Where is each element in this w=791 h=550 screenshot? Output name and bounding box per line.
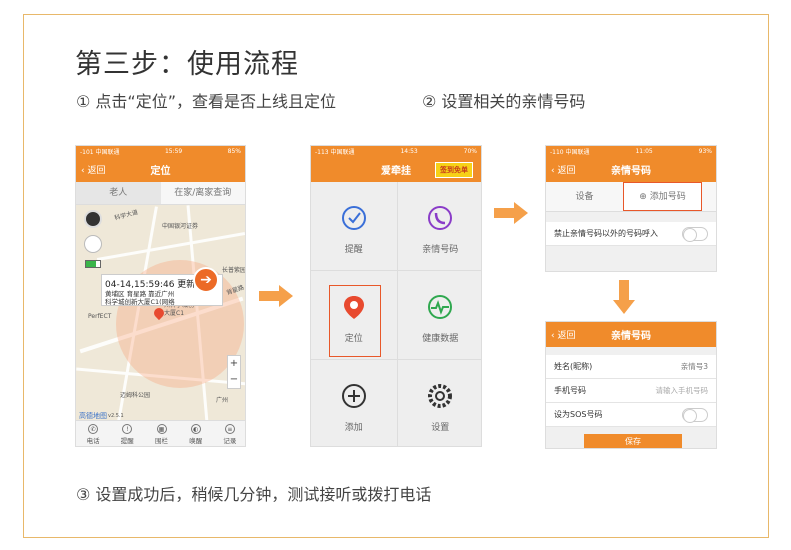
carrier: -110 中国联通 xyxy=(550,149,590,156)
phone-label: 手机号码 xyxy=(554,386,586,395)
address-line2: 科学城创新大厦C1(网络 xyxy=(105,298,175,306)
speaker-icon: ◐ xyxy=(190,424,201,434)
sos-row: 设为SOS号码 xyxy=(546,403,716,427)
arrow-right-icon xyxy=(259,285,293,307)
battery-icon xyxy=(85,260,101,268)
zoom-control[interactable]: + − xyxy=(227,355,241,389)
name-field[interactable]: 亲情号3 xyxy=(681,361,708,372)
battery-level: 93% xyxy=(698,148,712,155)
block-others-toggle[interactable] xyxy=(682,226,708,242)
tab-elder[interactable]: 老人 xyxy=(76,182,161,204)
step1-text: ① 点击“定位”，查看是否上线且定位 xyxy=(76,92,337,111)
map-label: PerfECT xyxy=(88,313,112,320)
tab-bar: 老人 在家/离家查询 xyxy=(76,182,245,205)
battery-level: 70% xyxy=(463,148,477,155)
map-label: 大厦C1 xyxy=(164,310,185,317)
phone-add-number-screen: ‹ 返回 亲情号码 姓名(昵称) 亲情号3 手机号码 请输入手机号码 设为SOS… xyxy=(545,321,717,449)
clock: 15:59 xyxy=(164,148,183,155)
grid-family-number[interactable]: 亲情号码 xyxy=(397,182,481,270)
battery-level: 85% xyxy=(227,148,241,155)
phone-family-list-screen: -110 中国联通 11:05 93% ‹ 返回 亲情号码 设备 ⊕ 添加号码 … xyxy=(545,145,717,272)
zoom-in-button[interactable]: + xyxy=(228,356,240,372)
bottom-toolbar: ✆ 电话 ! 提醒 ▦ 围栏 ◐ 唤醒 ≡ 记录 xyxy=(76,420,245,446)
tab-home-query[interactable]: 在家/离家查询 xyxy=(161,182,246,204)
nav-title: 亲情号码 xyxy=(611,331,651,342)
feature-grid: 提醒 亲情号码 定位 健康数据 添加 设置 xyxy=(311,182,481,446)
carrier: -101 中国联通 xyxy=(80,149,120,156)
carrier: -113 中国联通 xyxy=(315,149,355,156)
toolbar-remind[interactable]: ! 提醒 xyxy=(110,421,144,446)
name-row[interactable]: 姓名(昵称) 亲情号3 xyxy=(546,355,716,379)
checkin-badge[interactable]: 签到免单 xyxy=(435,162,473,178)
step3-text: ③ 设置成功后，稍候几分钟，测试接听或拨打电话 xyxy=(76,485,432,504)
tab-device[interactable]: 设备 xyxy=(546,182,623,211)
nav-title: 亲情号码 xyxy=(611,166,651,177)
toolbar-wake[interactable]: ◐ 唤醒 xyxy=(179,421,213,446)
grid-remind[interactable]: 提醒 xyxy=(311,182,397,270)
status-bar: -110 中国联通 11:05 93% xyxy=(546,146,716,157)
plus-icon xyxy=(341,384,366,408)
map-label: 迈姆科公园 xyxy=(120,392,151,399)
clock: 11:05 xyxy=(635,148,653,155)
nav-bar: ‹ 返回 亲情号码 xyxy=(546,157,716,182)
name-label: 姓名(昵称) xyxy=(554,362,593,371)
grid-add[interactable]: 添加 xyxy=(311,360,397,446)
status-bar: -113 中国联通 14:53 70% xyxy=(311,146,481,157)
compass-icon[interactable] xyxy=(84,210,102,228)
toolbar-log[interactable]: ≡ 记录 xyxy=(213,421,245,446)
wifi-icon[interactable] xyxy=(84,235,102,253)
map-view[interactable]: 中国银河证券 科学大道 州科学城创 大厦C1 PerfECT 迈姆科公园 长普紫… xyxy=(76,205,246,423)
back-button[interactable]: ‹ 返回 xyxy=(81,163,105,176)
map-version: v2.5.1 xyxy=(108,413,124,419)
nav-bar: 爱牵挂 签到免单 xyxy=(311,157,481,182)
navigate-arrow-icon[interactable]: ➔ xyxy=(193,267,219,293)
map-label: 广州 xyxy=(216,397,229,404)
phone-location-screen: -101 中国联通 15:59 85% ‹ 返回 定位 老人 在家/离家查询 中… xyxy=(75,145,246,447)
gear-icon xyxy=(428,384,453,408)
nav-bar: ‹ 返回 定位 xyxy=(76,157,245,182)
back-button[interactable]: ‹ 返回 xyxy=(551,328,575,341)
add-number-button[interactable]: ⊕ 添加号码 xyxy=(623,182,702,211)
grid-location[interactable]: 定位 xyxy=(311,271,397,359)
bell-icon: ! xyxy=(122,424,133,434)
tab-bar: 设备 ⊕ 添加号码 xyxy=(546,182,716,212)
block-others-label: 禁止亲情号码以外的号码呼入 xyxy=(554,229,658,238)
save-button[interactable]: 保存 xyxy=(584,434,682,448)
heartbeat-icon xyxy=(428,295,453,319)
nav-bar: ‹ 返回 亲情号码 xyxy=(546,322,716,347)
step2-text: ② 设置相关的亲情号码 xyxy=(422,92,586,111)
nav-title: 定位 xyxy=(150,166,171,177)
arrow-down-icon xyxy=(613,280,635,314)
phone-row[interactable]: 手机号码 请输入手机号码 xyxy=(546,379,716,403)
toolbar-fence[interactable]: ▦ 围栏 xyxy=(144,421,178,446)
grid-health-data[interactable]: 健康数据 xyxy=(397,271,481,359)
map-label: 中国银河证券 xyxy=(162,223,199,230)
fence-icon: ▦ xyxy=(156,424,167,434)
sos-toggle[interactable] xyxy=(682,407,708,423)
record-icon: ≡ xyxy=(224,424,235,434)
sos-label: 设为SOS号码 xyxy=(554,410,603,419)
arrow-right-icon xyxy=(494,202,528,224)
nav-title: 爱牵挂 xyxy=(381,166,411,177)
clock-check-icon xyxy=(341,206,366,230)
block-others-row: 禁止亲情号码以外的号码呼入 xyxy=(546,222,716,246)
phone-icon: ✆ xyxy=(88,424,99,434)
status-bar: -101 中国联通 15:59 85% xyxy=(76,146,245,157)
back-button[interactable]: ‹ 返回 xyxy=(551,163,575,176)
zoom-out-button[interactable]: − xyxy=(228,372,240,388)
phone-home-screen: -113 中国联通 14:53 70% 爱牵挂 签到免单 提醒 亲情号码 定位 … xyxy=(310,145,482,447)
clock: 14:53 xyxy=(400,148,418,155)
grid-settings[interactable]: 设置 xyxy=(397,360,481,446)
toolbar-call[interactable]: ✆ 电话 xyxy=(76,421,110,446)
phone-field[interactable]: 请输入手机号码 xyxy=(656,385,709,396)
location-pin-icon xyxy=(343,296,364,319)
page-title: 第三步：使用流程 xyxy=(75,49,299,80)
phone-icon xyxy=(428,206,453,230)
map-label: 长普紫园 xyxy=(222,267,246,274)
map-label: 科学大道 xyxy=(113,208,139,222)
